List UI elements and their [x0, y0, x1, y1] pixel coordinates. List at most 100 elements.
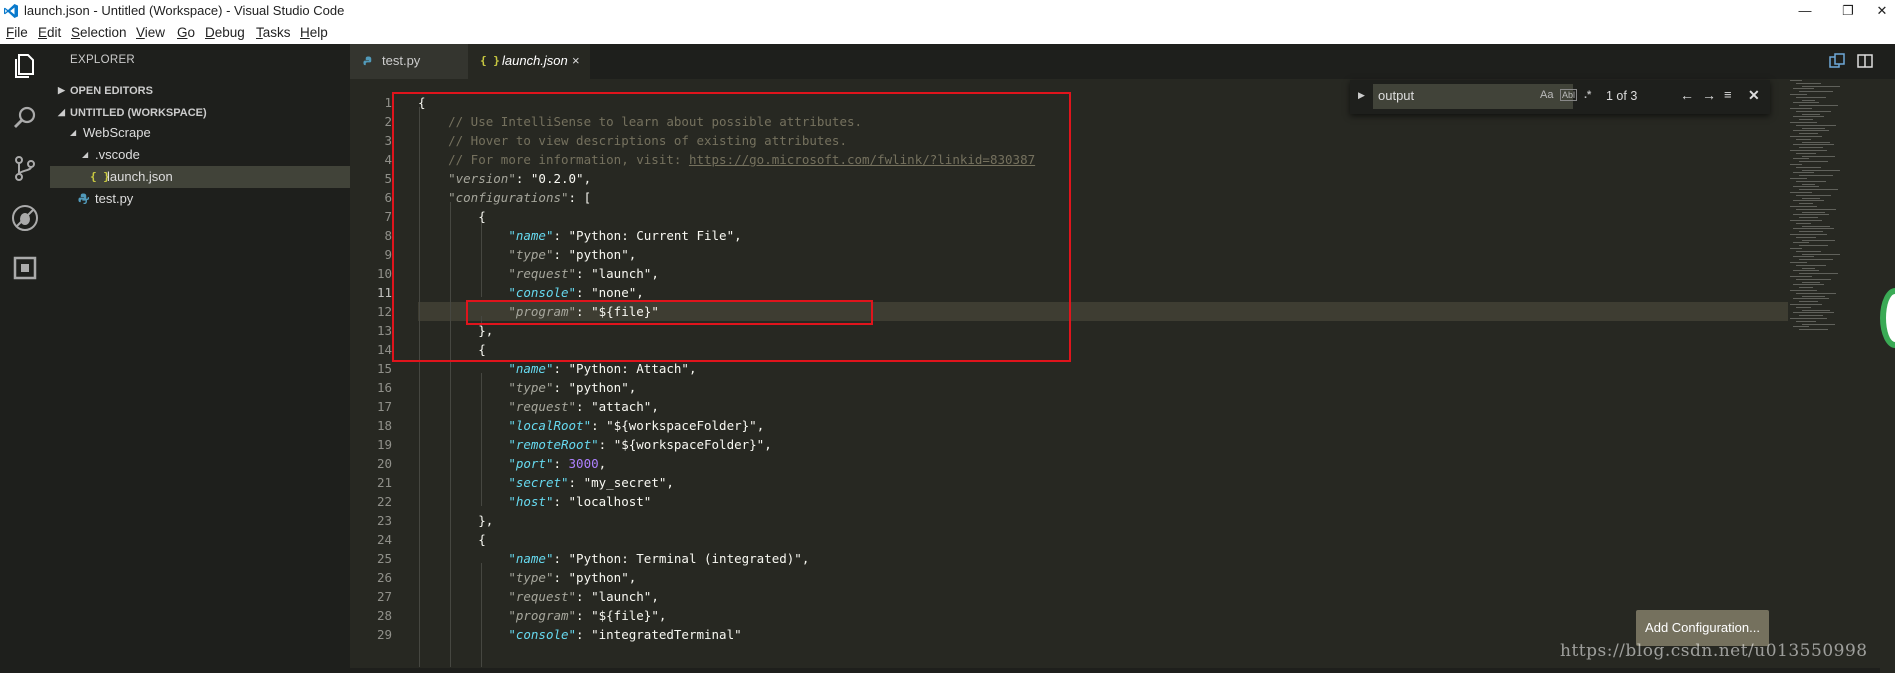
- explorer-sidebar: EXPLORER ▶ OPEN EDITORS ◢ UNTITLED (WORK…: [50, 44, 350, 673]
- menu-debug[interactable]: Debug: [205, 25, 245, 40]
- code-line[interactable]: "request": "launch",: [418, 587, 1858, 606]
- minimap-line: [1796, 96, 1826, 98]
- line-number: 24: [376, 532, 392, 547]
- chevron-down-icon: ◢: [82, 150, 89, 159]
- minimap-line: [1799, 161, 1828, 163]
- restore-button[interactable]: ❐: [1826, 0, 1870, 22]
- line-number: 26: [376, 570, 392, 585]
- minimap-line: [1796, 208, 1836, 210]
- vscode-logo-icon: [4, 4, 18, 18]
- code-line[interactable]: "localRoot": "${workspaceFolder}",: [418, 416, 1858, 435]
- minimap-line: [1796, 292, 1836, 294]
- use-regex-icon[interactable]: .*: [1584, 89, 1591, 101]
- match-whole-word-icon[interactable]: Abl: [1560, 89, 1578, 101]
- minimap-line: [1793, 326, 1809, 328]
- sidebar-title: EXPLORER: [70, 54, 136, 66]
- menu-bar: File Edit Selection View Go Debug Tasks …: [0, 22, 1895, 44]
- minimap-line: [1802, 113, 1820, 115]
- minimize-button[interactable]: —: [1783, 0, 1827, 22]
- minimap-line: [1790, 304, 1822, 305]
- next-match-icon[interactable]: →: [1702, 87, 1716, 103]
- minimap-line: [1796, 278, 1831, 280]
- close-find-icon[interactable]: ✕: [1748, 87, 1760, 104]
- find-in-selection-icon[interactable]: ≡: [1724, 87, 1732, 102]
- chevron-right-icon: ▶: [58, 85, 65, 95]
- tree-item-webscrape[interactable]: ◢ WebScrape: [50, 122, 350, 144]
- menu-edit[interactable]: Edit: [38, 25, 61, 40]
- minimap-line: [1799, 105, 1838, 107]
- open-changes-icon[interactable]: [1828, 52, 1846, 70]
- annotation-box-console: [466, 300, 873, 325]
- code-line[interactable]: "remoteRoot": "${workspaceFolder}",: [418, 435, 1858, 454]
- minimap-line: [1796, 124, 1836, 126]
- tab-test-py[interactable]: test.py: [350, 44, 468, 79]
- code-line[interactable]: "request": "attach",: [418, 397, 1858, 416]
- minimap-line: [1799, 217, 1818, 219]
- line-number: 7: [384, 209, 392, 224]
- split-editor-icon[interactable]: [1856, 52, 1874, 70]
- python-file-icon: [363, 56, 372, 66]
- code-line[interactable]: "secret": "my_secret",: [418, 473, 1858, 492]
- code-line[interactable]: "host": "localhost": [418, 492, 1858, 511]
- line-number: 29: [376, 627, 392, 642]
- match-count: 1 of 3: [1606, 89, 1638, 103]
- line-number: 25: [376, 551, 392, 566]
- code-line[interactable]: "type": "python",: [418, 568, 1858, 587]
- tab-launch-json[interactable]: { } launch.json ×: [468, 44, 590, 79]
- menu-help[interactable]: Help: [300, 25, 328, 40]
- code-line[interactable]: {: [418, 530, 1858, 549]
- toggle-replace-icon[interactable]: ▶: [1358, 90, 1365, 101]
- minimap-line: [1802, 99, 1815, 101]
- minimap-line: [1790, 136, 1822, 137]
- minimap-line: [1796, 180, 1826, 182]
- tree-item-test-py[interactable]: test.py: [50, 188, 350, 210]
- minimap-line: [1790, 122, 1817, 123]
- line-number: 13: [376, 323, 392, 338]
- menu-view[interactable]: View: [136, 25, 165, 40]
- menu-tasks[interactable]: Tasks: [256, 25, 291, 40]
- minimap[interactable]: [1780, 80, 1880, 340]
- source-control-icon[interactable]: [9, 152, 41, 184]
- debug-icon[interactable]: [9, 202, 41, 234]
- search-icon[interactable]: [9, 102, 41, 134]
- minimap-line: [1802, 211, 1825, 213]
- horizontal-scrollbar[interactable]: [350, 668, 1880, 673]
- extensions-icon[interactable]: [9, 252, 41, 284]
- open-editors-section[interactable]: ▶ OPEN EDITORS: [50, 80, 350, 102]
- minimap-line: [1790, 234, 1827, 235]
- minimap-line: [1802, 281, 1820, 283]
- code-line[interactable]: },: [418, 511, 1858, 530]
- window-title: launch.json - Untitled (Workspace) - Vis…: [24, 3, 345, 18]
- line-number: 21: [376, 475, 392, 490]
- menu-go[interactable]: Go: [177, 25, 195, 40]
- minimap-line: [1802, 127, 1825, 129]
- close-window-button[interactable]: ✕: [1869, 0, 1895, 22]
- minimap-line: [1796, 306, 1811, 308]
- vertical-scrollbar[interactable]: [1880, 79, 1895, 673]
- code-line[interactable]: "port": 3000,: [418, 454, 1858, 473]
- tree-item-vscode[interactable]: ◢ .vscode: [50, 144, 350, 166]
- minimap-line: [1799, 315, 1823, 317]
- minimap-line: [1799, 301, 1818, 303]
- python-file-icon: [78, 193, 89, 204]
- match-case-icon[interactable]: Aa: [1540, 89, 1553, 101]
- line-number: 11: [376, 285, 392, 300]
- minimap-line: [1793, 256, 1814, 258]
- close-tab-icon[interactable]: ×: [572, 53, 580, 68]
- minimap-line: [1796, 264, 1826, 266]
- previous-match-icon[interactable]: ←: [1680, 87, 1694, 103]
- code-line[interactable]: "type": "python",: [418, 378, 1858, 397]
- menu-selection[interactable]: Selection: [71, 25, 127, 40]
- line-number: 27: [376, 589, 392, 604]
- tree-item-launch-json[interactable]: { } launch.json: [50, 166, 350, 188]
- minimap-line: [1799, 329, 1828, 331]
- line-number: 23: [376, 513, 392, 528]
- line-number: 22: [376, 494, 392, 509]
- files-icon[interactable]: [9, 50, 41, 82]
- chevron-down-icon: ◢: [70, 128, 77, 137]
- code-line[interactable]: "name": "Python: Terminal (integrated)",: [418, 549, 1858, 568]
- menu-file[interactable]: File: [6, 25, 28, 40]
- minimap-line: [1796, 152, 1816, 154]
- workspace-section[interactable]: ◢ UNTITLED (WORKSPACE): [50, 102, 350, 124]
- minimap-line: [1793, 270, 1819, 272]
